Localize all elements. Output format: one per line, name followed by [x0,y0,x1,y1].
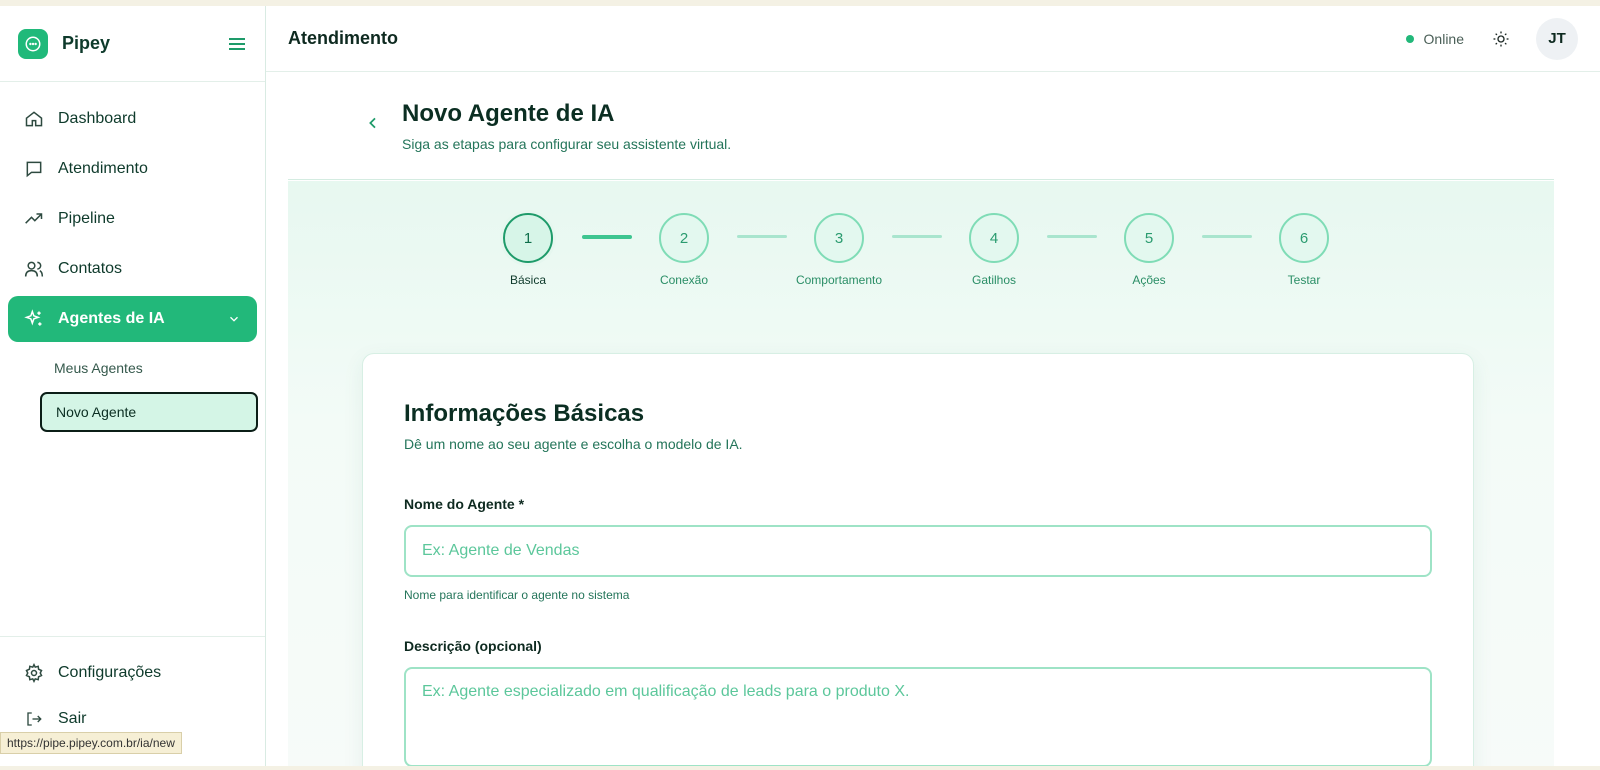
message-square-icon [24,159,44,179]
card-subtitle: Dê um nome ao seu agente e escolha o mod… [404,436,743,452]
avatar[interactable]: JT [1536,17,1578,60]
status-label: Online [1423,30,1464,47]
wizard-stepper: 1 Básica 2 Conexão 3 Comportamento 4 Gat… [288,213,1554,303]
agent-name-input[interactable] [404,525,1432,577]
step-label: Comportamento [795,273,883,287]
status-bar-url: https://pipe.pipey.com.br/ia/new [0,732,182,754]
sidebar-item-label: Atendimento [58,160,148,177]
app-window: Pipey Dashboard Atendimento Pipeline Con… [0,6,1600,766]
trending-up-icon [24,209,44,229]
step-number: 6 [1279,213,1329,263]
step-basica[interactable]: 1 Básica [468,213,588,287]
users-icon [24,259,44,279]
step-number: 1 [503,213,553,263]
agent-name-label: Nome do Agente * [404,496,525,512]
sidebar-item-label: Pipeline [58,210,115,227]
sidebar-item-atendimento[interactable]: Atendimento [8,146,257,192]
step-comportamento[interactable]: 3 Comportamento [779,213,899,287]
gear-icon [24,663,44,683]
brand-name: Pipey [62,33,111,53]
step-number: 5 [1124,213,1174,263]
basic-info-card: Informações Básicas Dê um nome ao seu ag… [362,353,1474,766]
step-testar[interactable]: 6 Testar [1244,213,1364,287]
description-label: Descrição (opcional) [404,638,542,654]
submenu-item-novo-agente[interactable]: Novo Agente [40,392,258,432]
card-title: Informações Básicas [404,400,645,427]
step-number: 4 [969,213,1019,263]
sidebar-item-agentes-de-ia[interactable]: Agentes de IA [8,296,257,342]
sidebar-item-label: Contatos [58,260,123,277]
sidebar-item-pipeline[interactable]: Pipeline [8,196,257,242]
step-label: Ações [1132,273,1166,287]
chat-bubble-icon[interactable] [18,28,48,59]
description-textarea[interactable] [404,667,1432,766]
step-conexao[interactable]: 2 Conexão [624,213,744,287]
wizard-area: 1 Básica 2 Conexão 3 Comportamento 4 Gat… [288,181,1554,766]
status-dot-icon [1405,34,1414,43]
chevron-down-icon [227,312,241,326]
sparkles-icon [24,309,44,329]
page-title: Novo Agente de IA [402,100,615,127]
step-acoes[interactable]: 5 Ações [1089,213,1209,287]
sidebar: Pipey Dashboard Atendimento Pipeline Con… [0,6,266,766]
hamburger-menu-icon[interactable] [227,34,247,54]
sidebar-item-label: Sair [58,710,87,727]
top-bar: Atendimento Online JT [266,6,1600,72]
back-arrow-icon[interactable] [362,112,384,134]
agent-name-hint: Nome para identificar o agente no sistem… [404,588,630,602]
home-icon [24,109,44,129]
sidebar-item-label: Configurações [58,664,162,681]
main-content: Novo Agente de IA Siga as etapas para co… [266,72,1600,766]
sidebar-item-label: Dashboard [58,110,137,127]
submenu-item-meus-agentes[interactable]: Meus Agentes [40,350,265,386]
sun-icon[interactable] [1490,28,1512,50]
page-header: Novo Agente de IA Siga as etapas para co… [288,72,1554,180]
brand-header: Pipey [0,6,265,82]
logout-icon [24,709,44,729]
step-number: 3 [814,213,864,263]
step-label: Básica [509,273,547,287]
top-bar-actions: Online JT [1405,17,1578,60]
step-label: Gatilhos [971,273,1017,287]
page-section-title: Atendimento [288,28,398,48]
page-subtitle: Siga as etapas para configurar seu assis… [402,136,732,152]
sidebar-item-dashboard[interactable]: Dashboard [8,96,257,142]
step-gatilhos[interactable]: 4 Gatilhos [934,213,1054,287]
step-number: 2 [659,213,709,263]
online-status: Online [1405,30,1464,47]
step-label: Testar [1287,273,1321,287]
sidebar-nav: Dashboard Atendimento Pipeline Contatos [0,82,265,432]
sidebar-item-contatos[interactable]: Contatos [8,246,257,292]
sidebar-item-configuracoes[interactable]: Configurações [8,653,257,693]
agentes-submenu: Meus Agentes Novo Agente [0,346,265,432]
step-label: Conexão [659,273,709,287]
sidebar-item-label: Agentes de IA [58,310,165,327]
